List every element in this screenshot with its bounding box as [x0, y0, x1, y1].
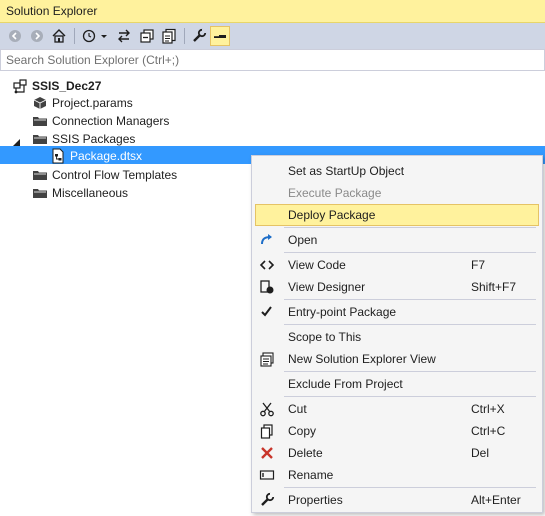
menu-item-deploy-package[interactable]: Deploy Package: [255, 204, 539, 226]
menu-label: View Code: [288, 258, 346, 272]
menu-label: Open: [288, 233, 318, 247]
rename-icon: [259, 467, 275, 483]
forward-icon[interactable]: [27, 26, 47, 46]
tree-label-ssis-packages: SSIS Packages: [52, 132, 136, 146]
menu-item-exclude[interactable]: Exclude From Project: [255, 373, 539, 395]
menu-shortcut: Ctrl+X: [471, 402, 505, 416]
tree-label-connection-managers: Connection Managers: [52, 114, 170, 128]
menu-shortcut: Shift+F7: [471, 280, 517, 294]
expanded-triangle-icon[interactable]: [12, 135, 22, 146]
tree-label-package: Package.dtsx: [70, 149, 143, 163]
menu-shortcut: Alt+Enter: [471, 493, 521, 507]
delete-x-icon: [259, 445, 275, 461]
view-designer-icon: [259, 279, 275, 295]
menu-separator: [284, 396, 536, 397]
folder-icon: [32, 131, 48, 147]
folder-icon: [32, 167, 48, 183]
show-all-files-icon[interactable]: [159, 26, 179, 46]
menu-label: New Solution Explorer View: [288, 352, 436, 366]
wrench-icon: [259, 492, 275, 508]
menu-separator: [284, 252, 536, 253]
menu-shortcut: Del: [471, 446, 490, 460]
menu-label: Delete: [288, 446, 323, 460]
menu-separator: [284, 299, 536, 300]
menu-item-delete[interactable]: Delete Del: [255, 442, 539, 464]
preview-icon[interactable]: [210, 26, 230, 46]
sync-icon[interactable]: [114, 26, 134, 46]
menu-label: Entry-point Package: [288, 305, 397, 319]
search-box[interactable]: [0, 49, 545, 71]
menu-item-set-startup[interactable]: Set as StartUp Object: [255, 160, 539, 182]
ssis-project-icon: [12, 78, 28, 94]
menu-item-properties[interactable]: Properties Alt+Enter: [255, 489, 539, 511]
package-file-icon: [50, 148, 66, 164]
back-icon[interactable]: [5, 26, 25, 46]
menu-item-entry-point[interactable]: Entry-point Package: [255, 301, 539, 323]
window-title: Solution Explorer: [6, 4, 98, 18]
open-arrow-icon: [259, 232, 275, 248]
home-icon[interactable]: [49, 26, 69, 46]
tree-label-control-flow-templates: Control Flow Templates: [52, 168, 178, 182]
search-input[interactable]: [6, 52, 526, 68]
scissors-icon: [259, 401, 275, 417]
collapse-all-icon[interactable]: [137, 26, 157, 46]
menu-separator: [284, 324, 536, 325]
tree-label-project-params: Project.params: [52, 96, 133, 110]
menu-label: Set as StartUp Object: [288, 164, 405, 178]
folder-icon: [32, 185, 48, 201]
menu-separator: [284, 371, 536, 372]
copy-icon: [259, 423, 275, 439]
menu-label: Deploy Package: [288, 208, 376, 222]
tree-label-root: SSIS_Dec27: [32, 79, 102, 93]
menu-item-cut[interactable]: Cut Ctrl+X: [255, 398, 539, 420]
menu-item-rename[interactable]: Rename: [255, 464, 539, 486]
code-brackets-icon: [259, 257, 275, 273]
tree-label-miscellaneous: Miscellaneous: [52, 186, 129, 200]
pending-changes-icon[interactable]: [80, 26, 110, 46]
params-cube-icon: [32, 95, 48, 111]
new-explorer-view-icon: [259, 351, 275, 367]
folder-icon: [32, 113, 48, 129]
menu-separator: [284, 487, 536, 488]
menu-label: View Designer: [288, 280, 366, 294]
menu-item-new-view[interactable]: New Solution Explorer View: [255, 348, 539, 370]
menu-item-view-code[interactable]: View Code F7: [255, 254, 539, 276]
menu-label: Cut: [288, 402, 307, 416]
menu-shortcut: F7: [471, 258, 486, 272]
menu-item-view-designer[interactable]: View Designer Shift+F7: [255, 276, 539, 298]
menu-item-scope-to-this[interactable]: Scope to This: [255, 326, 539, 348]
menu-item-copy[interactable]: Copy Ctrl+C: [255, 420, 539, 442]
menu-shortcut: Ctrl+C: [471, 424, 506, 438]
menu-label: Execute Package: [288, 186, 382, 200]
properties-icon[interactable]: [189, 26, 209, 46]
menu-item-execute-package[interactable]: Execute Package: [255, 182, 539, 204]
menu-item-open[interactable]: Open: [255, 229, 539, 251]
menu-label: Rename: [288, 468, 334, 482]
menu-separator: [284, 227, 536, 228]
menu-label: Scope to This: [288, 330, 362, 344]
checkmark-icon: [259, 304, 275, 320]
context-menu: Set as StartUp Object Execute Package De…: [251, 155, 543, 513]
menu-label: Properties: [288, 493, 343, 507]
menu-label: Copy: [288, 424, 317, 438]
menu-label: Exclude From Project: [288, 377, 403, 391]
title-bar: Solution Explorer: [0, 0, 545, 23]
toolbar: [0, 23, 545, 49]
